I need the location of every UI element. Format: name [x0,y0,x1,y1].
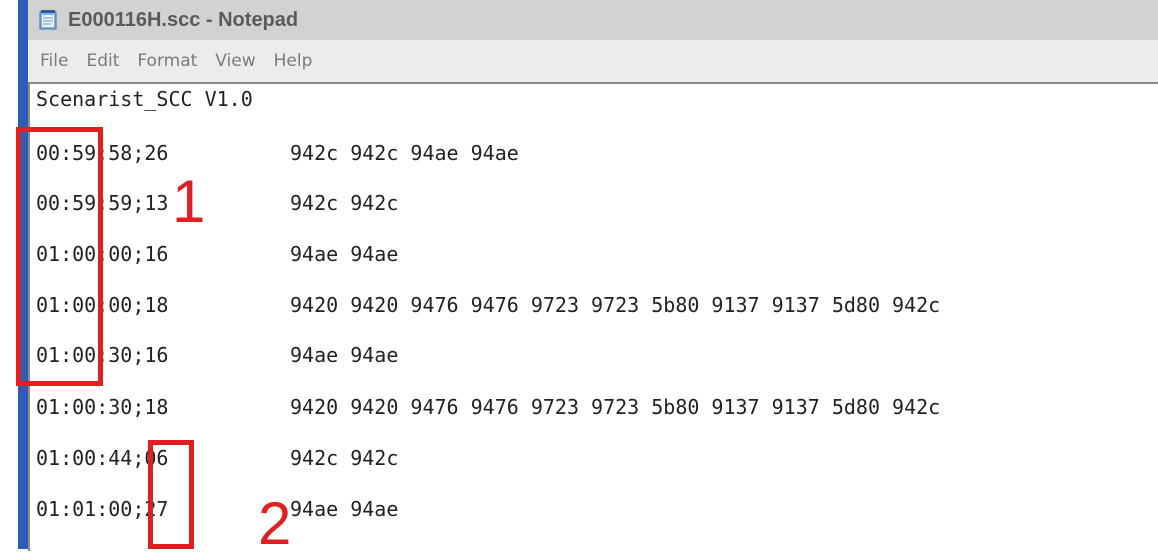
title-bar[interactable]: E000116H.scc - Notepad [28,0,1158,40]
menu-help[interactable]: Help [274,51,313,71]
notepad-window: E000116H.scc - Notepad File Edit Format … [28,0,1158,551]
text-line: 01:00:30;18 9420 9420 9476 9476 9723 9723… [36,394,940,420]
menu-file[interactable]: File [40,51,68,71]
caption-data: 94ae 94ae [290,343,399,367]
annotation-label-2: 2 [258,490,292,557]
window-title: E000116H.scc - Notepad [68,8,299,31]
text-line: 01:00:00;18 9420 9420 9476 9476 9723 9723… [36,292,940,318]
annotation-box-2 [148,440,194,549]
annotation-label-1: 1 [172,168,206,235]
notepad-icon [38,9,60,31]
text-line: 00:59:58;26 942c 942c 94ae 94ae [36,140,519,166]
caption-data: 942c 942c 94ae 94ae [290,141,519,165]
caption-data: 94ae 94ae [290,242,399,266]
text-line: 01:01:00;27 94ae 94ae [36,496,398,522]
menu-edit[interactable]: Edit [86,51,119,71]
caption-data: 9420 9420 9476 9476 9723 9723 5b80 9137 … [290,293,941,317]
caption-data: 94ae 94ae [290,497,399,521]
caption-data: 9420 9420 9476 9476 9723 9723 5b80 9137 … [290,395,941,419]
caption-data: 942c 942c [290,191,399,215]
menu-view[interactable]: View [215,51,255,71]
text-editor-area[interactable]: Scenarist_SCC V1.0 00:59:58;26 942c 942c … [28,82,1158,551]
text-line: 01:00:44;06 942c 942c [36,445,398,471]
header-line: Scenarist_SCC V1.0 [36,87,253,111]
menu-bar: File Edit Format View Help [28,40,1158,83]
annotation-box-1 [16,127,103,386]
menu-format[interactable]: Format [137,51,197,71]
timestamp: 01:00:30;18 [36,395,169,419]
caption-data: 942c 942c [290,446,399,470]
